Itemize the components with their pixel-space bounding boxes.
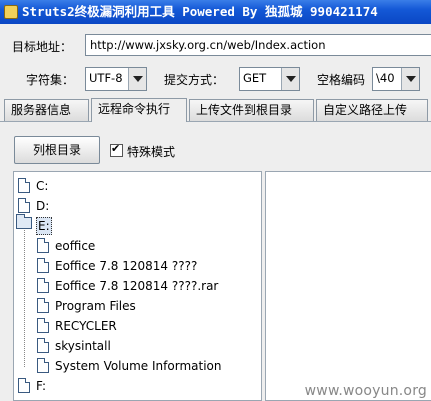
file-icon (37, 238, 49, 253)
directory-tree[interactable]: C: D: E: eoffice Eoffice 7.8 120814 ????… (13, 171, 262, 401)
tree-node-label: eoffice (55, 239, 96, 253)
list-root-button[interactable]: 列根目录 (14, 136, 100, 164)
file-icon (37, 298, 49, 313)
file-icon (18, 198, 30, 213)
tree-node-label: Program Files (55, 299, 136, 313)
url-label: 目标地址： (12, 40, 73, 54)
tab-custom-upload[interactable]: 自定义路径上传 (316, 99, 428, 121)
file-icon (37, 258, 49, 273)
tree-connector (24, 226, 25, 367)
chevron-down-icon[interactable] (128, 68, 146, 90)
tree-node-label: F: (36, 379, 47, 393)
method-value: GET (243, 71, 267, 85)
chevron-down-icon[interactable] (281, 68, 299, 90)
charset-label: 字符集： (26, 73, 75, 87)
tab-server-info[interactable]: 服务器信息 (4, 99, 89, 121)
file-icon (37, 318, 49, 333)
tree-node-label: C: (36, 179, 49, 193)
special-mode-label: 特殊模式 (127, 145, 176, 159)
chevron-down-icon[interactable] (401, 68, 419, 90)
charset-select[interactable]: UTF-8 (85, 67, 147, 91)
java-cup-icon (4, 5, 18, 19)
file-icon (37, 338, 49, 353)
file-icon (37, 358, 49, 373)
tree-node-label: Eoffice 7.8 120814 ???? (55, 259, 198, 273)
tree-node-label: E: (36, 217, 52, 235)
space-encoding-value: \40 (376, 71, 395, 85)
tree-node-label: Eoffice 7.8 120814 ????.rar (55, 279, 219, 293)
tree-node-label: D: (36, 199, 50, 213)
special-mode-checkbox[interactable] (110, 142, 123, 157)
watermark: www.wooyun.org (304, 383, 427, 399)
tree-node-label: skysintall (55, 339, 111, 353)
window-title: Struts2终极漏洞利用工具 Powered By 独孤城 990421174 (22, 4, 378, 19)
tree-node-label: System Volume Information (55, 359, 222, 373)
method-label: 提交方式： (164, 73, 225, 87)
space-encoding-label: 空格编码 (317, 73, 366, 87)
tab-panel: 列根目录 特殊模式 C: D: E: eoffice Eoffice 7.8 1… (0, 123, 431, 401)
url-input[interactable]: http://www.jxsky.org.cn/web/Index.action (85, 34, 431, 56)
tab-remote-command[interactable]: 远程命令执行 (91, 98, 187, 122)
file-icon (18, 178, 30, 193)
folder-open-icon (16, 214, 32, 229)
method-select[interactable]: GET (239, 67, 300, 91)
output-pane[interactable] (265, 171, 431, 401)
file-icon (37, 278, 49, 293)
tab-upload-root[interactable]: 上传文件到根目录 (189, 99, 314, 121)
window-titlebar: Struts2终极漏洞利用工具 Powered By 独孤城 990421174 (0, 0, 431, 24)
charset-value: UTF-8 (89, 71, 123, 85)
space-encoding-select[interactable]: \40 (372, 67, 420, 91)
tree-node-label: RECYCLER (55, 319, 117, 333)
tab-strip: 服务器信息 远程命令执行 上传文件到根目录 自定义路径上传 (0, 98, 431, 122)
file-icon (18, 378, 30, 393)
